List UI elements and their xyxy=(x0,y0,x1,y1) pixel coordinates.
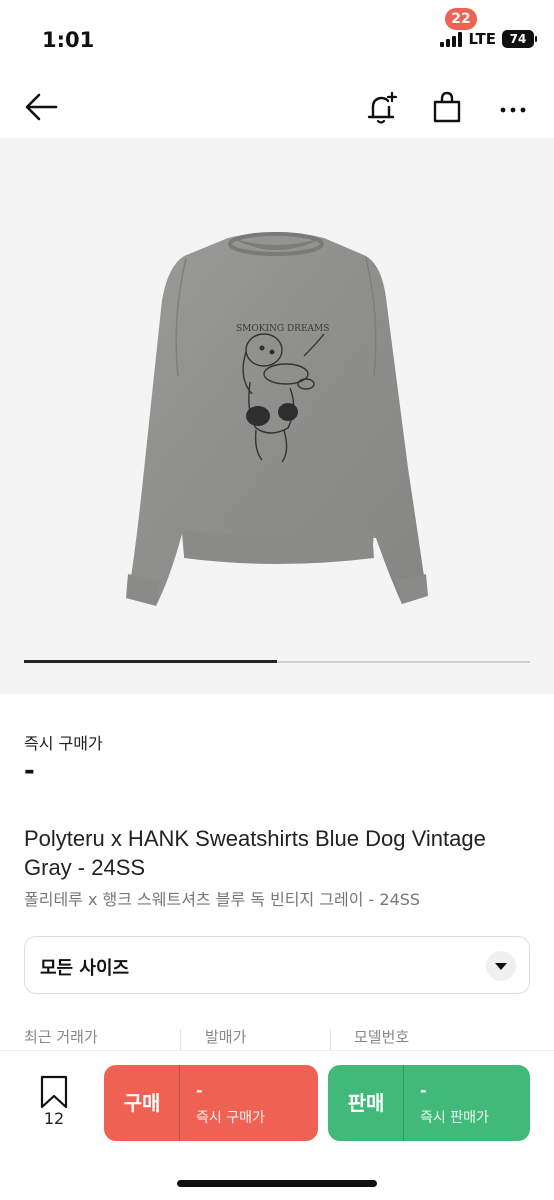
bookmark-icon xyxy=(40,1075,68,1109)
wishlist-button[interactable]: 12 xyxy=(36,1075,72,1133)
wishlist-count: 12 xyxy=(43,1109,65,1128)
divider xyxy=(179,1065,180,1141)
buy-button-subtitle: 즉시 구매가 xyxy=(196,1110,265,1126)
sell-button-subtitle: 즉시 판매가 xyxy=(420,1110,489,1126)
size-select[interactable]: 모든 사이즈 xyxy=(24,936,530,994)
nav-bar xyxy=(0,78,554,138)
cart-button[interactable] xyxy=(426,88,470,128)
more-icon xyxy=(500,107,526,113)
product-title: Polyteru x HANK Sweatshirts Blue Dog Vin… xyxy=(24,826,486,880)
back-arrow-icon xyxy=(25,93,58,121)
sweatshirt-image: SMOKING DREAMS xyxy=(126,232,428,606)
gallery-progress-fill xyxy=(24,660,277,663)
chevron-down-icon xyxy=(486,951,516,981)
home-indicator[interactable] xyxy=(177,1180,377,1187)
sell-button[interactable]: 판매 - 즉시 판매가 xyxy=(328,1065,530,1141)
buy-button-label: 구매 xyxy=(123,1091,161,1115)
bottom-action-bar: 12 구매 - 즉시 구매가 판매 - 즉시 판매가 xyxy=(0,1050,554,1200)
size-select-label: 모든 사이즈 xyxy=(40,958,130,979)
sell-button-price: - xyxy=(420,1081,427,1100)
recent-trade-price-label: 최근 거래가 xyxy=(24,1028,98,1046)
instant-buy-price-label: 즉시 구매가 xyxy=(24,734,103,753)
gallery-progress xyxy=(24,660,530,663)
buy-button-price: - xyxy=(196,1081,203,1100)
release-price-label: 발매가 xyxy=(205,1028,247,1046)
battery-icon: 74 xyxy=(502,30,537,48)
sell-button-label: 판매 xyxy=(347,1091,385,1115)
alert-plus-icon xyxy=(367,91,398,124)
model-number-label: 모델번호 xyxy=(354,1028,410,1046)
divider xyxy=(403,1065,404,1141)
product-title-korean: 폴리테루 x 행크 스웨트셔츠 블루 독 빈티지 그레이 - 24SS xyxy=(24,890,421,909)
shopping-bag-icon xyxy=(433,91,461,123)
signal-icon xyxy=(440,31,463,47)
status-indicators: LTE 74 xyxy=(440,30,537,48)
alert-button[interactable] xyxy=(362,88,402,128)
print-text: SMOKING DREAMS xyxy=(236,324,329,334)
buy-button[interactable]: 구매 - 즉시 구매가 xyxy=(104,1065,318,1141)
status-time: 1:01 xyxy=(42,28,95,52)
product-image-gallery[interactable]: SMOKING DREAMS xyxy=(0,138,554,694)
back-button[interactable] xyxy=(22,88,62,128)
instant-buy-price: - xyxy=(24,756,35,786)
cart-badge: 22 xyxy=(445,8,477,30)
more-button[interactable] xyxy=(494,88,534,128)
network-type: LTE xyxy=(468,30,496,48)
